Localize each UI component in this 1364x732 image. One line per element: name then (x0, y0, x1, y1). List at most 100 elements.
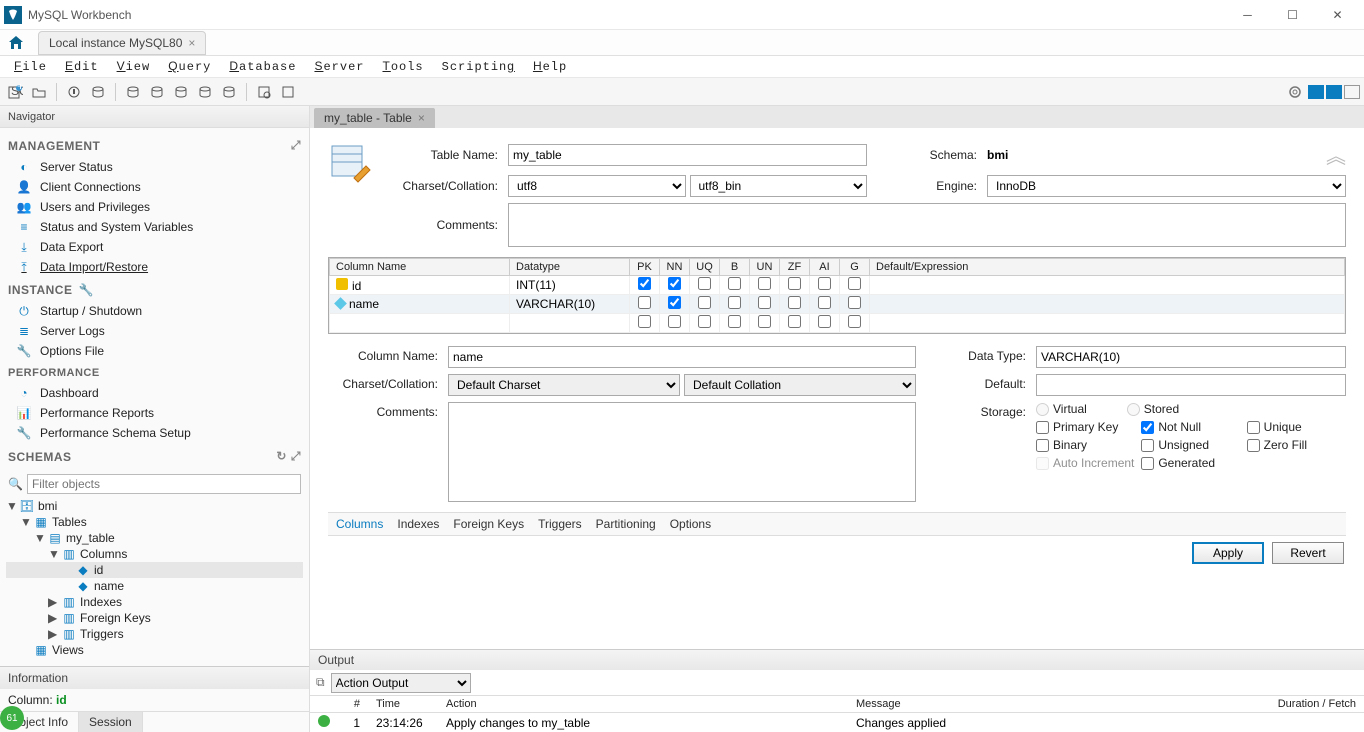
table-row-empty[interactable] (330, 314, 1345, 333)
nav-performance-schema[interactable]: 🔧Performance Schema Setup (8, 423, 301, 443)
tab-options[interactable]: Options (670, 517, 711, 531)
checkbox-un[interactable] (758, 277, 771, 290)
toolbar-icon-5[interactable] (122, 81, 144, 103)
nav-server-status[interactable]: ◐Server Status (8, 157, 301, 177)
check-zero-fill[interactable]: Zero Fill (1247, 438, 1346, 452)
chevron-up-icon[interactable]: ︽ (1326, 140, 1346, 169)
tab-indexes[interactable]: Indexes (397, 517, 439, 531)
tab-partitioning[interactable]: Partitioning (596, 517, 656, 531)
tree-db[interactable]: ▼🗄bmi (6, 498, 303, 514)
checkbox-nn[interactable] (668, 277, 681, 290)
checkbox-nn[interactable] (668, 296, 681, 309)
tab-session[interactable]: Session (79, 712, 143, 732)
toolbar-icon-8[interactable] (194, 81, 216, 103)
tree-triggers[interactable]: ▶▥Triggers (6, 626, 303, 642)
radio-stored[interactable]: Stored (1127, 402, 1179, 416)
checkbox-zf[interactable] (788, 277, 801, 290)
col-collation-select[interactable]: Default Collation (684, 374, 916, 396)
checkbox-uq[interactable] (698, 277, 711, 290)
check-primary-key[interactable]: Primary Key (1036, 420, 1135, 434)
check-generated[interactable]: Generated (1141, 456, 1240, 470)
engine-select[interactable]: InnoDB (987, 175, 1346, 197)
close-icon[interactable]: × (188, 36, 195, 50)
tab-foreign-keys[interactable]: Foreign Keys (453, 517, 524, 531)
editor-tab-my-table[interactable]: my_table - Table × (314, 108, 435, 128)
menu-edit[interactable]: Edit (57, 57, 107, 76)
expand-icon[interactable]: ⤢ (291, 138, 301, 153)
nav-client-connections[interactable]: 👤Client Connections (8, 177, 301, 197)
tree-column-name[interactable]: ◆name (6, 578, 303, 594)
connection-tab[interactable]: Local instance MySQL80 × (38, 31, 206, 55)
tree-tables[interactable]: ▼▦Tables (6, 514, 303, 530)
nav-server-logs[interactable]: ≣Server Logs (8, 321, 301, 341)
tree-column-id[interactable]: ◆id (6, 562, 303, 578)
checkbox-g[interactable] (848, 296, 861, 309)
check-unique[interactable]: Unique (1247, 420, 1346, 434)
toolbar-icon-9[interactable] (218, 81, 240, 103)
toolbar-icon-10[interactable] (253, 81, 275, 103)
nav-status-variables[interactable]: ≡Status and System Variables (8, 217, 301, 237)
panel-toggle-bottom[interactable] (1326, 85, 1342, 99)
tree-foreign-keys[interactable]: ▶▥Foreign Keys (6, 610, 303, 626)
tab-columns[interactable]: Columns (336, 517, 383, 531)
checkbox-g[interactable] (848, 277, 861, 290)
output-copy-icon[interactable]: ⧉ (316, 675, 325, 690)
checkbox-ai[interactable] (818, 277, 831, 290)
checkbox-b[interactable] (728, 296, 741, 309)
nav-users-privileges[interactable]: 👥Users and Privileges (8, 197, 301, 217)
home-icon[interactable] (6, 33, 26, 53)
toolbar-icon-6[interactable] (146, 81, 168, 103)
filter-objects-input[interactable] (27, 474, 301, 494)
tree-views[interactable]: ▦Views (6, 642, 303, 658)
tree-table[interactable]: ▼▤my_table (6, 530, 303, 546)
panel-toggle-right[interactable] (1344, 85, 1360, 99)
nav-startup-shutdown[interactable]: ⏻Startup / Shutdown (8, 301, 301, 321)
menu-server[interactable]: Server (306, 57, 372, 76)
menu-tools[interactable]: Tools (374, 57, 431, 76)
checkbox-pk[interactable] (638, 296, 651, 309)
menu-view[interactable]: View (109, 57, 159, 76)
menu-file[interactable]: File (6, 57, 55, 76)
tree-columns[interactable]: ▼▥Columns (6, 546, 303, 562)
checkbox-b[interactable] (728, 277, 741, 290)
refresh-icon[interactable]: ↻ (276, 449, 287, 464)
output-row[interactable]: 123:14:26Apply changes to my_tableChange… (310, 713, 1364, 732)
expand-icon[interactable]: ⤢ (291, 449, 301, 464)
checkbox-ai[interactable] (818, 296, 831, 309)
checkbox-uq[interactable] (698, 296, 711, 309)
nav-options-file[interactable]: 🔧Options File (8, 341, 301, 361)
toolbar-icon-4[interactable] (87, 81, 109, 103)
checkbox-zf[interactable] (788, 296, 801, 309)
tree-indexes[interactable]: ▶▥Indexes (6, 594, 303, 610)
menu-query[interactable]: Query (160, 57, 219, 76)
table-row[interactable]: idINT(11) (330, 276, 1345, 295)
menu-database[interactable]: Database (221, 57, 304, 76)
check-binary[interactable]: Binary (1036, 438, 1135, 452)
maximize-button[interactable]: ☐ (1270, 0, 1315, 30)
close-icon[interactable]: × (418, 111, 425, 125)
nav-performance-reports[interactable]: 📊Performance Reports (8, 403, 301, 423)
menu-help[interactable]: Help (525, 57, 575, 76)
default-input[interactable] (1036, 374, 1346, 396)
table-row[interactable]: nameVARCHAR(10) (330, 295, 1345, 314)
table-comments-textarea[interactable] (508, 203, 1346, 247)
col-comments-textarea[interactable] (448, 402, 916, 502)
column-name-input[interactable] (448, 346, 916, 368)
nav-data-export[interactable]: ⤓Data Export (8, 237, 301, 257)
checkbox-un[interactable] (758, 296, 771, 309)
revert-button[interactable]: Revert (1272, 542, 1344, 564)
data-type-input[interactable] (1036, 346, 1346, 368)
radio-virtual[interactable]: Virtual (1036, 402, 1087, 416)
gear-icon[interactable] (1284, 81, 1306, 103)
toolbar-icon-3[interactable] (63, 81, 85, 103)
toolbar-icon-7[interactable] (170, 81, 192, 103)
close-window-button[interactable]: ✕ (1315, 0, 1360, 30)
apply-button[interactable]: Apply (1192, 542, 1264, 564)
minimize-button[interactable]: ─ (1225, 0, 1270, 30)
open-sql-icon[interactable] (28, 81, 50, 103)
check-unsigned[interactable]: Unsigned (1141, 438, 1240, 452)
output-mode-select[interactable]: Action Output (331, 673, 471, 693)
checkbox-pk[interactable] (638, 277, 651, 290)
panel-toggle-left[interactable] (1308, 85, 1324, 99)
menu-scripting[interactable]: Scripting (434, 57, 523, 76)
